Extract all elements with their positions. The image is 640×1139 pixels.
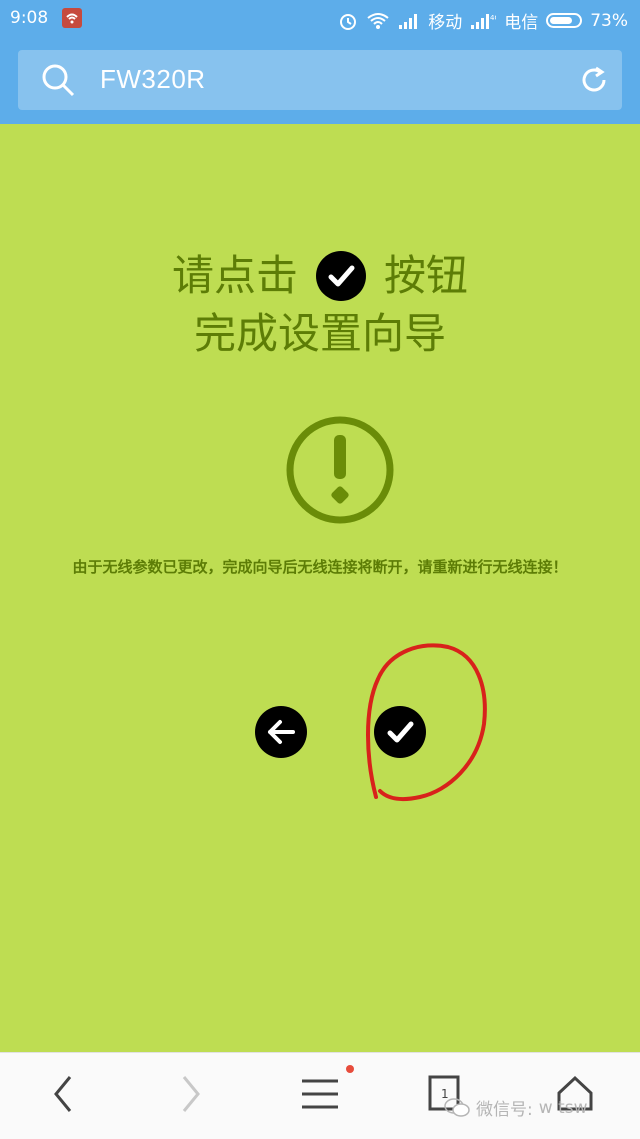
status-bar: 9:08 移动 4G 电信 73%: [0, 0, 640, 38]
alert-icon: [286, 416, 394, 524]
check-icon: [387, 721, 414, 743]
search-input[interactable]: FW320R: [100, 64, 206, 95]
back-arrow-icon: [268, 720, 295, 744]
chevron-left-icon[interactable]: [44, 1071, 84, 1117]
status-icons: 移动 4G 电信 73%: [338, 8, 628, 33]
wifi-icon: [367, 12, 389, 29]
battery-icon: [546, 13, 583, 28]
signal-icon: [399, 13, 418, 29]
refresh-icon[interactable]: [578, 64, 610, 96]
browser-header: FW320R: [0, 38, 640, 124]
back-button[interactable]: [255, 706, 307, 758]
check-icon: [316, 251, 366, 301]
watermark-account: w tsw: [538, 1097, 588, 1118]
watermark-label: 微信号:: [476, 1100, 533, 1120]
title-part-2: 按钮: [384, 251, 469, 300]
bottom-navigation: 1 微信号: w tsw: [0, 1052, 640, 1139]
instruction-title: 请点击 按钮: [0, 246, 640, 306]
signal-icon-2: 4G: [471, 13, 496, 29]
instruction-subtitle: 完成设置向导: [193, 309, 446, 358]
alarm-icon: [340, 13, 357, 30]
notification-icon: [62, 8, 82, 28]
confirm-button[interactable]: [374, 706, 426, 758]
wechat-watermark: 微信号: w tsw: [444, 1095, 587, 1120]
status-time: 9:08: [10, 8, 49, 28]
menu-icon[interactable]: [297, 1071, 343, 1117]
wechat-icon: [444, 1097, 470, 1117]
search-icon[interactable]: [40, 62, 76, 98]
carrier-2: 电信: [504, 13, 539, 33]
svg-text:4G: 4G: [490, 14, 496, 22]
carrier-1: 移动: [428, 13, 463, 33]
warning-message: 由于无线参数已更改，完成向导后无线连接将断开，请重新进行无线连接！: [72, 558, 568, 576]
main-content: 请点击 按钮 完成设置向导 由于无线参数已更改，完成向导后无线连接将断开，请重新…: [0, 124, 640, 1052]
title-part-1: 请点击: [171, 251, 298, 300]
chevron-right-icon[interactable]: [170, 1071, 210, 1117]
search-bar[interactable]: FW320R: [18, 50, 622, 110]
menu-notification-dot: [346, 1065, 354, 1073]
battery-percent: 73%: [590, 10, 628, 31]
